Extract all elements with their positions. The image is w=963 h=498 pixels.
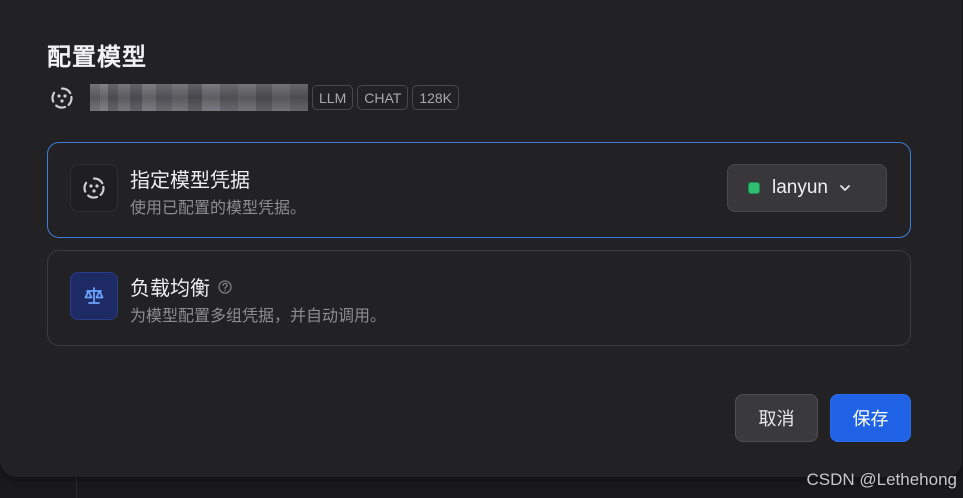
option-title-text: 负载均衡 <box>130 276 210 300</box>
option-description: 为模型配置多组凭据，并自动调用。 <box>130 306 387 325</box>
configure-model-dialog: 配置模型 LLM CHAT 128K 指定模型凭据 使用已配置的模型凭据。 la… <box>0 0 962 477</box>
model-tag-type: LLM <box>312 85 354 110</box>
save-button[interactable]: 保存 <box>830 394 911 442</box>
cancel-button[interactable]: 取消 <box>735 394 818 442</box>
model-name-redacted <box>90 84 308 111</box>
option-title: 指定模型凭据 <box>130 164 250 193</box>
model-info-row: LLM CHAT 128K <box>49 84 460 111</box>
model-tag-mode: CHAT <box>357 85 409 110</box>
option-title: 负载均衡 <box>130 272 232 301</box>
load-balancing-icon-box <box>70 272 118 320</box>
help-circle-icon[interactable] <box>218 279 232 294</box>
model-provider-icon <box>83 177 105 199</box>
option-description: 使用已配置的模型凭据。 <box>130 198 307 217</box>
option-specify-credential[interactable]: 指定模型凭据 使用已配置的模型凭据。 lanyun <box>47 142 911 238</box>
option-title-text: 指定模型凭据 <box>130 168 250 192</box>
scale-icon <box>84 287 104 304</box>
model-tag-context: 128K <box>412 85 460 110</box>
dialog-title: 配置模型 <box>47 43 147 71</box>
option-load-balancing[interactable]: 负载均衡 为模型配置多组凭据，并自动调用。 <box>47 250 911 346</box>
credential-status-dot <box>748 182 760 194</box>
background-divider <box>76 476 77 498</box>
credential-select-value: lanyun <box>772 177 828 198</box>
credential-select[interactable]: lanyun <box>727 164 887 212</box>
chevron-down-icon <box>838 181 852 195</box>
watermark-text: CSDN @Lethehong <box>806 470 957 489</box>
model-provider-icon <box>49 85 75 111</box>
credential-option-icon-box <box>70 164 118 212</box>
